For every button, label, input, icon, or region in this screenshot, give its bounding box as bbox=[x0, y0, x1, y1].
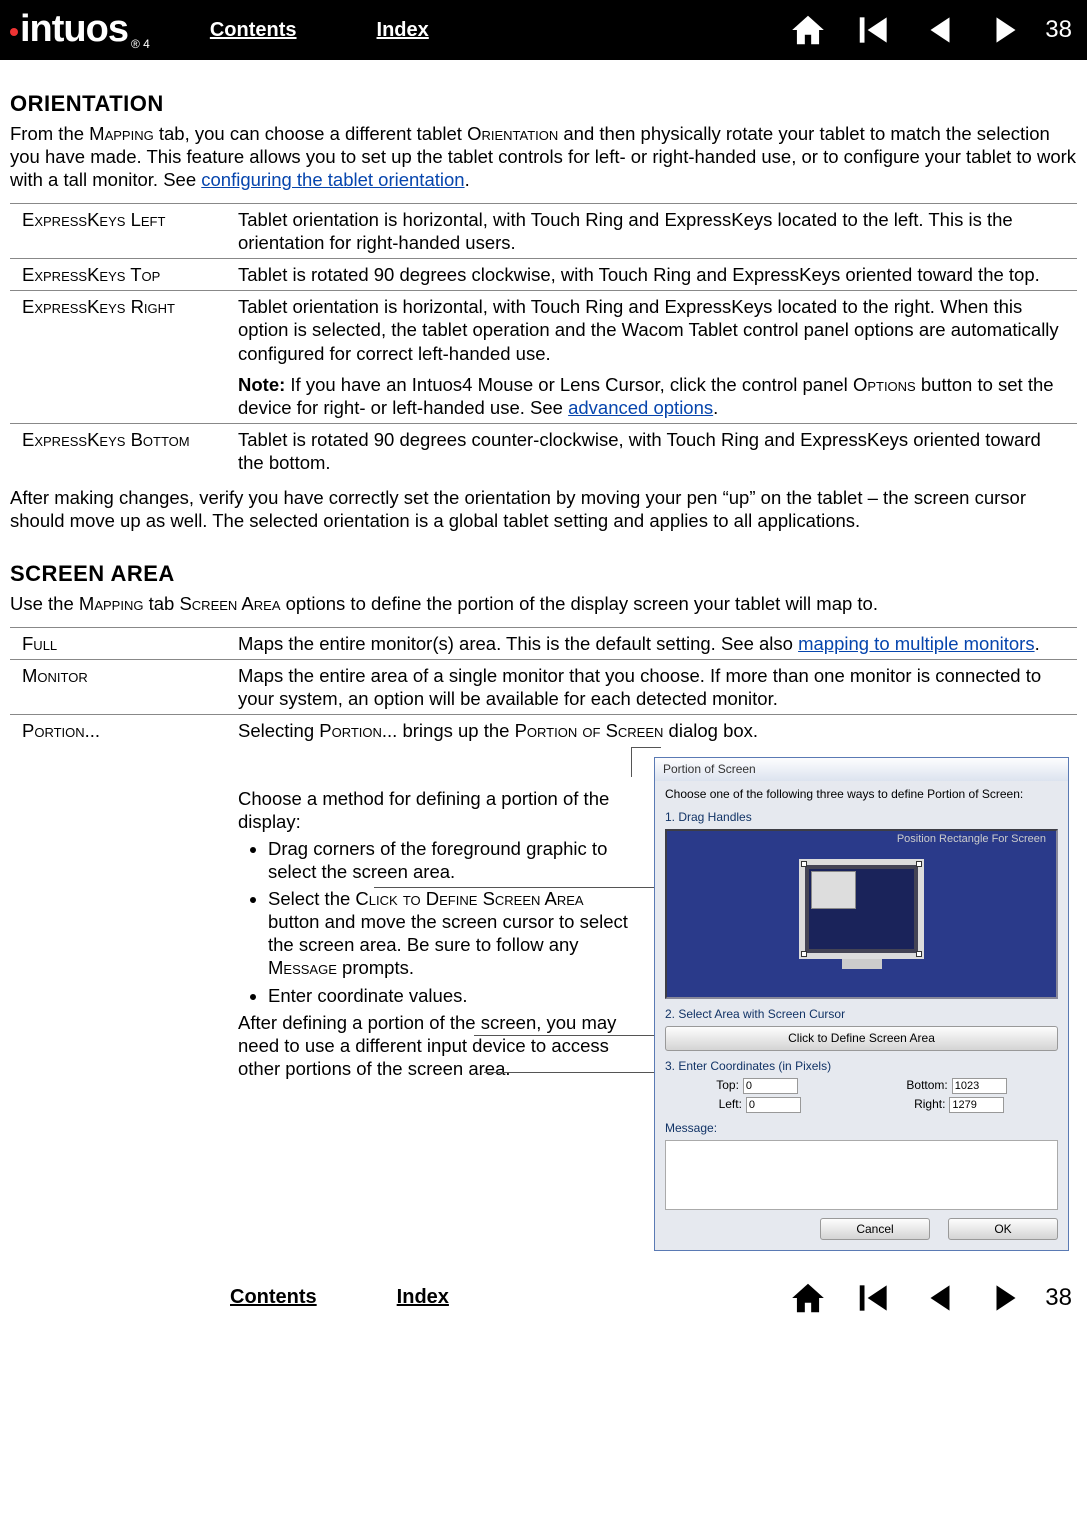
bottom-input[interactable] bbox=[952, 1078, 1007, 1094]
section-drag-handles: 1. Drag Handles bbox=[665, 810, 1058, 825]
bottom-navbar: Contents Index 38 bbox=[0, 1273, 1087, 1323]
top-navbar: intuos ® 4 Contents Index 38 bbox=[0, 0, 1087, 60]
message-label: Message: bbox=[665, 1121, 1058, 1136]
logo-text: intuos bbox=[20, 6, 128, 54]
message-box bbox=[665, 1140, 1058, 1210]
list-item: Drag corners of the foreground graphic t… bbox=[268, 837, 636, 883]
monitor-icon[interactable] bbox=[799, 859, 924, 959]
prev-page-icon[interactable] bbox=[921, 11, 959, 49]
table-row: ExpressKeys TopTablet is rotated 90 degr… bbox=[10, 259, 1077, 291]
dialog-instruction: Choose one of the following three ways t… bbox=[665, 787, 1058, 802]
right-input[interactable] bbox=[949, 1097, 1004, 1113]
top-input[interactable] bbox=[743, 1078, 798, 1094]
prev-page-icon[interactable] bbox=[921, 1279, 959, 1317]
first-page-icon[interactable] bbox=[855, 11, 893, 49]
first-page-icon[interactable] bbox=[855, 1279, 893, 1317]
list-item: Select the Click to Define Screen Area b… bbox=[268, 887, 636, 980]
next-page-icon[interactable] bbox=[987, 1279, 1025, 1317]
table-row: Full Maps the entire monitor(s) area. Th… bbox=[10, 628, 1077, 660]
section-screen-cursor: 2. Select Area with Screen Cursor bbox=[665, 1007, 1058, 1022]
contents-link-bottom[interactable]: Contents bbox=[230, 1285, 317, 1310]
orientation-heading: ORIENTATION bbox=[10, 90, 1077, 118]
page-content: ORIENTATION From the Mapping tab, you ca… bbox=[0, 60, 1087, 1273]
ok-button[interactable]: OK bbox=[948, 1218, 1058, 1240]
screen-area-heading: SCREEN AREA bbox=[10, 560, 1077, 588]
screen-area-table: Full Maps the entire monitor(s) area. Th… bbox=[10, 627, 1077, 1255]
index-link-bottom[interactable]: Index bbox=[397, 1285, 449, 1310]
orientation-after: After making changes, verify you have co… bbox=[10, 486, 1077, 532]
table-row: ExpressKeys BottomTablet is rotated 90 d… bbox=[10, 423, 1077, 478]
orientation-intro: From the Mapping tab, you can choose a d… bbox=[10, 122, 1077, 191]
config-orientation-link[interactable]: configuring the tablet orientation bbox=[201, 169, 464, 190]
home-icon[interactable] bbox=[789, 11, 827, 49]
table-row: MonitorMaps the entire area of a single … bbox=[10, 660, 1077, 715]
logo: intuos ® 4 bbox=[10, 6, 150, 54]
section-coordinates: 3. Enter Coordinates (in Pixels) bbox=[665, 1059, 1058, 1074]
orientation-table: ExpressKeys LeftTablet orientation is ho… bbox=[10, 203, 1077, 478]
dialog-title: Portion of Screen bbox=[655, 758, 1068, 781]
list-item: Enter coordinate values. bbox=[268, 984, 636, 1007]
home-icon[interactable] bbox=[789, 1279, 827, 1317]
multi-monitor-link[interactable]: mapping to multiple monitors bbox=[798, 633, 1035, 654]
table-row: ExpressKeys LeftTablet orientation is ho… bbox=[10, 203, 1077, 258]
advanced-options-link[interactable]: advanced options bbox=[568, 397, 713, 418]
portion-dialog-wrapper: Portion of Screen Choose one of the foll… bbox=[654, 757, 1069, 1251]
nav-icons bbox=[789, 11, 1025, 49]
table-row: Portion... Selecting Portion... brings u… bbox=[10, 715, 1077, 1255]
portion-instructions: Choose a method for defining a portion o… bbox=[238, 757, 644, 1081]
left-input[interactable] bbox=[746, 1097, 801, 1113]
click-define-area-button[interactable]: Click to Define Screen Area bbox=[665, 1026, 1058, 1051]
table-row: ExpressKeys Right Tablet orientation is … bbox=[10, 291, 1077, 424]
portion-of-screen-dialog: Portion of Screen Choose one of the foll… bbox=[654, 757, 1069, 1251]
logo-dot-icon bbox=[10, 28, 18, 36]
index-link[interactable]: Index bbox=[377, 18, 429, 43]
screen-area-intro: Use the Mapping tab Screen Area options … bbox=[10, 592, 1077, 615]
next-page-icon[interactable] bbox=[987, 11, 1025, 49]
contents-link[interactable]: Contents bbox=[210, 18, 297, 43]
cancel-button[interactable]: Cancel bbox=[820, 1218, 930, 1240]
page-number-bottom: 38 bbox=[1045, 1283, 1072, 1313]
page-number-top: 38 bbox=[1045, 15, 1072, 45]
nav-icons-bottom bbox=[789, 1279, 1025, 1317]
drag-handles-area[interactable]: Position Rectangle For Screen bbox=[665, 829, 1058, 999]
logo-suffix: ® 4 bbox=[131, 37, 150, 52]
